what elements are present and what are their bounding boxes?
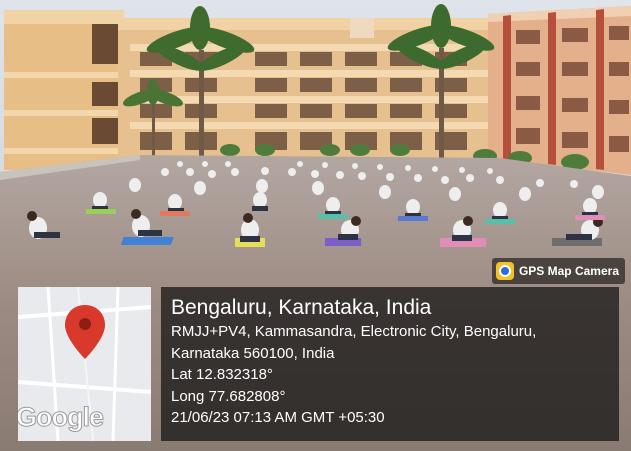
address-line-2: Karnataka 560100, India xyxy=(171,344,335,362)
google-logo: Google xyxy=(18,402,105,433)
gps-map-camera-badge: GPS Map Camera xyxy=(491,258,625,284)
location-info-panel: Bengaluru, Karnataka, India RMJJ+PV4, Ka… xyxy=(161,287,619,441)
map-thumbnail: Google xyxy=(18,287,151,441)
right-building xyxy=(488,6,631,175)
photo: GPS Map Camera Google Bengaluru, Karnata… xyxy=(0,0,631,451)
camera-badge-label: GPS Map Camera xyxy=(518,264,619,278)
gps-camera-app-icon xyxy=(495,262,514,280)
longitude: Long 77.682808° xyxy=(171,387,286,405)
location-title: Bengaluru, Karnataka, India xyxy=(171,296,432,319)
timestamp: 21/06/23 07:13 AM GMT +05:30 xyxy=(171,409,385,426)
address-line-1: RMJJ+PV4, Kammasandra, Electronic City, … xyxy=(171,323,537,340)
left-building xyxy=(4,10,124,170)
latitude: Lat 12.832318° xyxy=(171,366,273,383)
